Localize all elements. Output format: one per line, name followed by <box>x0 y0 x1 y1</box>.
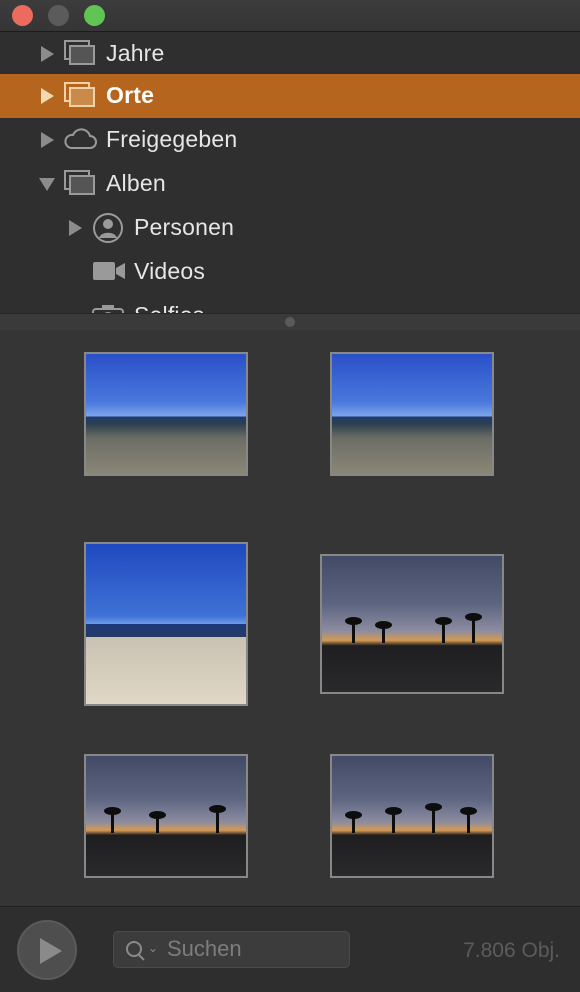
photo-thumbnail[interactable] <box>320 554 504 694</box>
cloud-icon <box>64 128 97 149</box>
sidebar-item-label: Freigegeben <box>106 126 238 152</box>
video-camera-icon <box>93 262 125 280</box>
sidebar: Jahre Orte Freigegeben Alben Personen Vi… <box>0 32 580 313</box>
photo-thumbnail[interactable] <box>330 352 494 476</box>
person-icon <box>93 213 123 243</box>
sidebar-item-label: Selfies <box>134 302 204 313</box>
sidebar-item-alben[interactable]: Alben <box>0 162 580 206</box>
disclosure-triangle-icon[interactable] <box>69 220 82 236</box>
disclosure-triangle-icon[interactable] <box>41 88 54 104</box>
search-input[interactable] <box>167 936 342 962</box>
sidebar-item-label: Videos <box>134 258 206 284</box>
sidebar-item-selfies[interactable]: Selfies <box>0 294 580 313</box>
search-icon <box>126 941 142 957</box>
disclosure-triangle-icon[interactable] <box>41 132 54 148</box>
split-view-divider[interactable] <box>0 313 580 331</box>
close-button[interactable] <box>12 5 33 26</box>
photo-thumbnail[interactable] <box>84 542 248 706</box>
sidebar-item-jahre[interactable]: Jahre <box>0 32 580 76</box>
photo-stack-icon <box>64 170 96 196</box>
minimize-button[interactable] <box>48 5 69 26</box>
sidebar-item-label: Personen <box>134 214 235 240</box>
sidebar-item-label: Jahre <box>106 40 165 66</box>
sidebar-item-personen[interactable]: Personen <box>0 206 580 250</box>
disclosure-triangle-icon[interactable] <box>41 46 54 62</box>
photo-grid <box>0 330 580 905</box>
photo-thumbnail[interactable] <box>330 754 494 878</box>
photo-stack-icon <box>64 82 96 108</box>
bottom-toolbar: ⌄ 7.806 Obj. <box>0 906 580 992</box>
sidebar-item-label: Alben <box>106 170 166 196</box>
chevron-down-icon[interactable]: ⌄ <box>148 941 158 955</box>
divider-handle-icon[interactable] <box>285 317 295 327</box>
maximize-button[interactable] <box>84 5 105 26</box>
sidebar-item-label: Orte <box>106 82 155 108</box>
sidebar-item-orte[interactable]: Orte <box>0 74 580 118</box>
photos-window: Jahre Orte Freigegeben Alben Personen Vi… <box>0 0 580 992</box>
photo-thumbnail[interactable] <box>84 352 248 476</box>
item-count: 7.806 Obj. <box>463 939 560 962</box>
slideshow-play-button[interactable] <box>17 920 77 980</box>
disclosure-triangle-icon[interactable] <box>39 178 55 191</box>
camera-icon <box>92 305 124 313</box>
sidebar-item-freigegeben[interactable]: Freigegeben <box>0 118 580 162</box>
photo-thumbnail[interactable] <box>84 754 248 878</box>
sidebar-item-videos[interactable]: Videos <box>0 250 580 294</box>
photo-stack-icon <box>64 40 96 66</box>
title-bar <box>0 0 580 32</box>
search-field[interactable]: ⌄ <box>113 931 350 968</box>
